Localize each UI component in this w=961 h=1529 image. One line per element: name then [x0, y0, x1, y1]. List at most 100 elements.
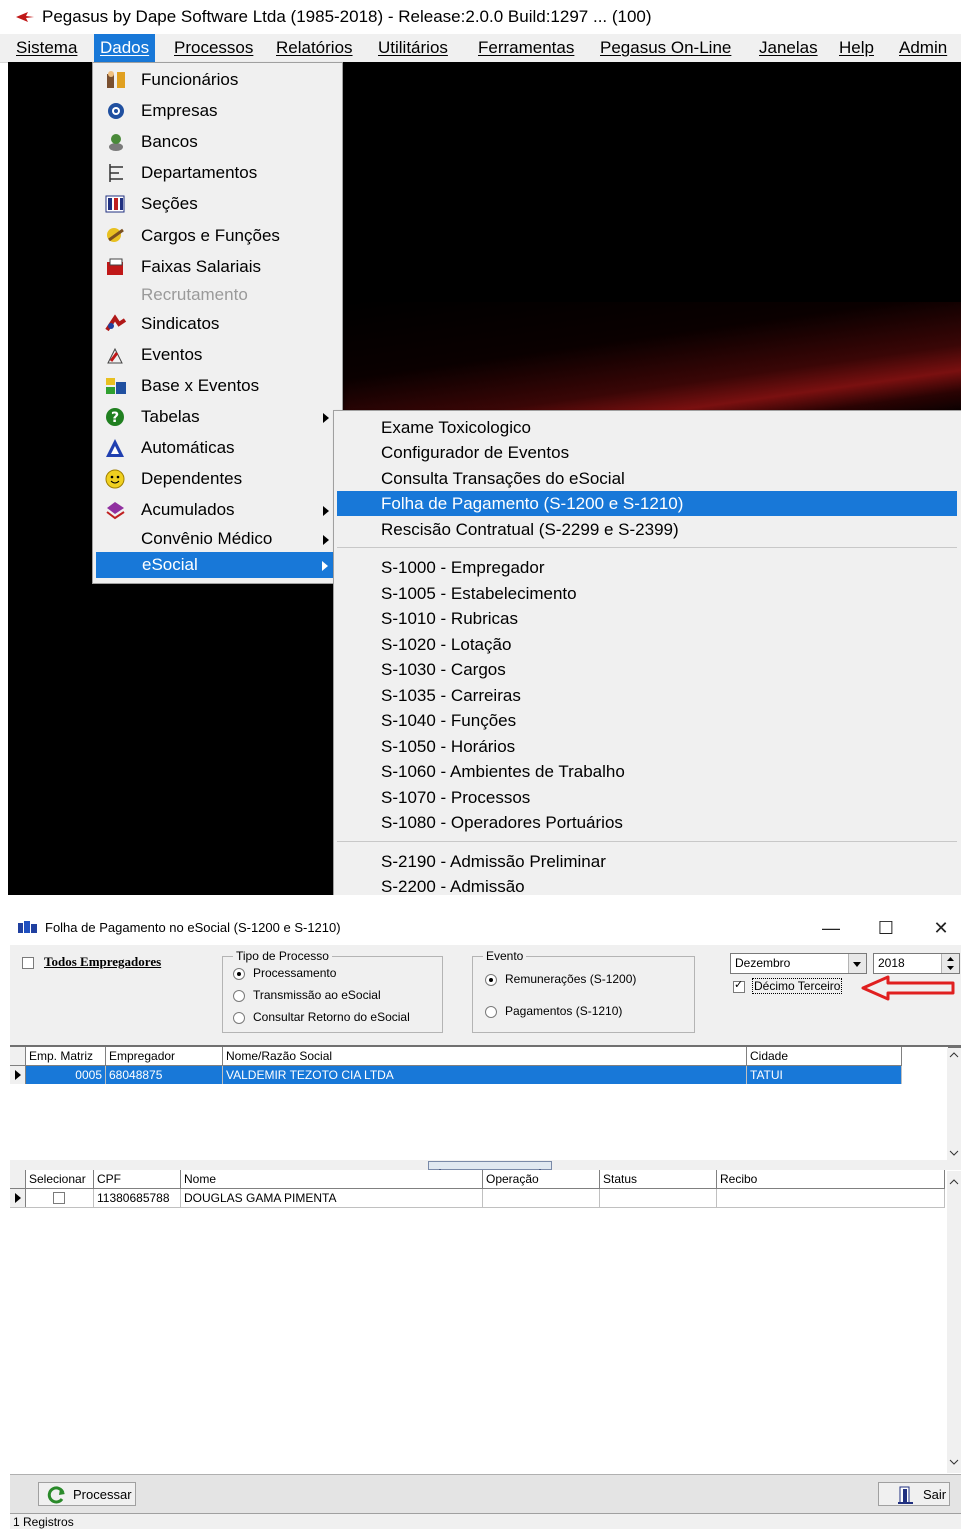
menu-item-sindicatos[interactable]: Sindicatos: [95, 311, 335, 337]
menu-janelas[interactable]: Janelas: [753, 34, 824, 62]
menu-pegasus-online[interactable]: Pegasus On-Line: [594, 34, 737, 62]
menu-item-label: eSocial: [142, 555, 198, 574]
submenu-item-s1010[interactable]: S-1010 - Rubricas: [337, 606, 957, 631]
minimize-button[interactable]: —: [811, 913, 851, 943]
col-selecionar[interactable]: Selecionar: [26, 1170, 94, 1188]
employees-grid-header: Selecionar CPF Nome Operação Status Reci…: [10, 1170, 945, 1189]
menu-item-automaticas[interactable]: Automáticas: [95, 435, 335, 461]
svg-text:?: ?: [111, 410, 119, 426]
processar-button[interactable]: Processar: [38, 1482, 136, 1506]
menu-ferramentas[interactable]: Ferramentas: [472, 34, 580, 62]
submenu-item-consulta-transacoes[interactable]: Consulta Transações do eSocial: [337, 466, 957, 491]
row-select-checkbox[interactable]: [53, 1192, 65, 1204]
spin-buttons[interactable]: [941, 954, 959, 973]
menu-item-departamentos[interactable]: Departamentos: [95, 160, 335, 186]
menu-processos[interactable]: Processos: [168, 34, 259, 62]
employers-grid: Emp. Matriz Empregador Nome/Razão Social…: [10, 1047, 948, 1160]
menu-admin[interactable]: Admin: [893, 34, 953, 62]
cell-status: [600, 1189, 717, 1207]
menu-item-esocial[interactable]: eSocial: [96, 552, 334, 578]
menu-sistema[interactable]: Sistema: [10, 34, 83, 62]
menu-utilitarios[interactable]: Utilitários: [372, 34, 454, 62]
employers-grid-header: Emp. Matriz Empregador Nome/Razão Social…: [10, 1047, 902, 1066]
sair-label: Sair: [923, 1487, 947, 1502]
submenu-item-label: S-1030 - Cargos: [381, 660, 506, 679]
menu-item-secoes[interactable]: Seções: [95, 191, 335, 217]
menu-item-eventos[interactable]: Eventos: [95, 342, 335, 368]
submenu-item-s1050[interactable]: S-1050 - Horários: [337, 734, 957, 759]
col-status[interactable]: Status: [600, 1170, 717, 1188]
submenu-item-s1080[interactable]: S-1080 - Operadores Portuários: [337, 810, 957, 835]
submenu-item-label: Consulta Transações do eSocial: [381, 469, 625, 488]
col-recibo[interactable]: Recibo: [717, 1170, 945, 1188]
col-cpf[interactable]: CPF: [94, 1170, 181, 1188]
employers-scrollbar[interactable]: [947, 1048, 961, 1160]
sair-button[interactable]: Sair: [878, 1482, 950, 1506]
submenu-item-s1060[interactable]: S-1060 - Ambientes de Trabalho: [337, 759, 957, 784]
submenu-item-s1070[interactable]: S-1070 - Processos: [337, 785, 957, 810]
submenu-item-s2200[interactable]: S-2200 - Admissão: [337, 874, 957, 895]
col-cidade[interactable]: Cidade: [747, 1047, 902, 1065]
cell-cidade: TATUI: [747, 1066, 902, 1084]
app-title-bar: Pegasus by Dape Software Ltda (1985-2018…: [0, 0, 961, 34]
col-operacao[interactable]: Operação: [483, 1170, 600, 1188]
todos-empregadores-checkbox[interactable]: [22, 957, 34, 969]
menu-item-dependentes[interactable]: Dependentes: [95, 466, 335, 492]
menu-item-label: Cargos e Funções: [141, 226, 280, 245]
submenu-item-s2190[interactable]: S-2190 - Admissão Preliminar: [337, 849, 957, 874]
decimo-terceiro-checkbox[interactable]: [733, 978, 745, 993]
submenu-item-s1035[interactable]: S-1035 - Carreiras: [337, 683, 957, 708]
radio-label: Processamento: [253, 966, 337, 980]
menu-item-bancos[interactable]: Bancos: [95, 129, 335, 155]
month-select[interactable]: Dezembro: [730, 953, 867, 974]
tipo-processo-group: Tipo de Processo Processamento Transmiss…: [222, 949, 443, 1033]
submenu-item-s1005[interactable]: S-1005 - Estabelecimento: [337, 581, 957, 606]
department-icon: [109, 164, 123, 182]
evento-legend: Evento: [483, 949, 527, 963]
submenu-item-exame-toxicologico[interactable]: Exame Toxicologico: [337, 415, 957, 440]
submenu-item-s1040[interactable]: S-1040 - Funções: [337, 708, 957, 733]
submenu-item-label: Rescisão Contratual (S-2299 e S-2399): [381, 520, 679, 539]
menu-help[interactable]: Help: [833, 34, 880, 62]
row-indicator-icon: [10, 1066, 26, 1084]
col-nome[interactable]: Nome: [181, 1170, 483, 1188]
menu-item-faixas[interactable]: Faixas Salariais: [95, 254, 335, 280]
cell-selecionar[interactable]: [26, 1189, 94, 1207]
table-row[interactable]: 0005 68048875 VALDEMIR TEZOTO CIA LTDA T…: [10, 1066, 902, 1084]
refresh-icon: [47, 1486, 65, 1504]
year-spinner[interactable]: 2018: [873, 953, 960, 974]
col-nome-razao[interactable]: Nome/Razão Social: [223, 1047, 747, 1065]
col-emp-matriz[interactable]: Emp. Matriz: [26, 1047, 106, 1065]
header-corner: [10, 1170, 26, 1188]
menu-item-label: Funcionários: [141, 70, 239, 89]
menu-item-base-eventos[interactable]: Base x Eventos: [95, 373, 335, 399]
submenu-item-s1020[interactable]: S-1020 - Lotação: [337, 632, 957, 657]
submenu-item-configurador-eventos[interactable]: Configurador de Eventos: [337, 440, 957, 465]
splitter[interactable]: [10, 1160, 961, 1172]
close-button[interactable]: ✕: [921, 913, 961, 943]
maximize-button[interactable]: ☐: [866, 913, 906, 943]
col-empregador[interactable]: Empregador: [106, 1047, 223, 1065]
menu-item-empresas[interactable]: Empresas: [95, 98, 335, 124]
splitter-grip[interactable]: [428, 1161, 552, 1172]
dados-dropdown-menu: Funcionários Empresas Bancos Departament…: [92, 62, 343, 584]
menu-item-convenio[interactable]: Convênio Médico: [95, 526, 335, 552]
radio-dot: [233, 990, 245, 1002]
chevron-down-icon[interactable]: [848, 954, 866, 973]
menu-item-funcionarios[interactable]: Funcionários: [95, 67, 335, 93]
menu-dados[interactable]: Dados: [94, 34, 156, 62]
table-row[interactable]: 11380685788 DOUGLAS GAMA PIMENTA: [10, 1189, 945, 1208]
submenu-item-folha-pagamento[interactable]: Folha de Pagamento (S-1200 e S-1210): [337, 491, 957, 516]
menu-item-cargos[interactable]: Cargos e Funções: [95, 223, 335, 249]
menu-relatorios[interactable]: Relatórios: [270, 34, 359, 62]
radio-dot: [233, 1012, 245, 1024]
menu-item-tabelas[interactable]: ? Tabelas: [95, 404, 335, 430]
submenu-item-rescisao[interactable]: Rescisão Contratual (S-2299 e S-2399): [337, 517, 957, 542]
submenu-item-s1000[interactable]: S-1000 - Empregador: [337, 555, 957, 580]
union-icon: [105, 314, 127, 332]
submenu-item-s1030[interactable]: S-1030 - Cargos: [337, 657, 957, 682]
menu-item-acumulados[interactable]: Acumulados: [95, 497, 335, 523]
employees-scrollbar[interactable]: [947, 1171, 961, 1473]
cell-nome-razao: VALDEMIR TEZOTO CIA LTDA: [223, 1066, 747, 1084]
submenu-item-label: S-1060 - Ambientes de Trabalho: [381, 762, 625, 781]
